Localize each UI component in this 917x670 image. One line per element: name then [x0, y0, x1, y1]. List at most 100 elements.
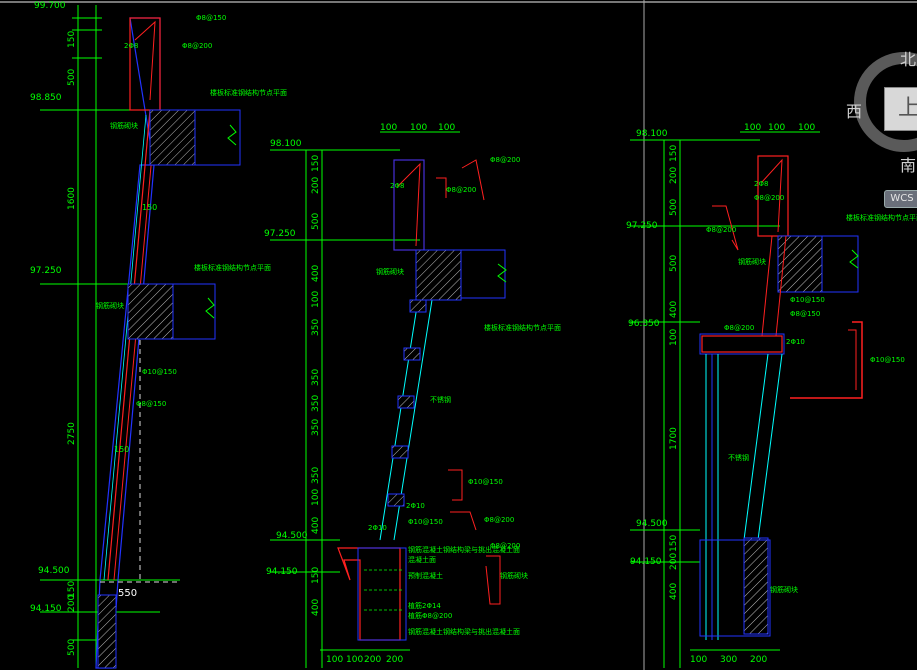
note-c-0: 楼板标准钢结构节点平面 [846, 213, 917, 222]
dim-b-v4: 100 [311, 291, 321, 308]
label-a-rebar-4: Φ8@150 [136, 400, 166, 408]
dim-a-500: 500 [67, 69, 77, 86]
elevation-c-4: 94.500 [636, 519, 668, 529]
dim-b-v10: 100 [311, 489, 321, 506]
dim-b-v1: 200 [311, 177, 321, 194]
note-c-4: Φ10@150 [790, 296, 825, 304]
dim-b-v7: 350 [311, 395, 321, 412]
elevation-top-a: 99.700 [34, 1, 66, 11]
note-b-6: 2Φ10 [406, 502, 425, 510]
note-b-1: Φ8@200 [446, 186, 476, 194]
elevation-b-2: 97.250 [264, 229, 296, 239]
note-b-7: Φ10@150 [408, 518, 443, 526]
label-a-rebar-2: Φ8@150 [196, 14, 226, 22]
note-b-10: 钢筋砌块 [500, 571, 528, 580]
label-a-150a: 150 [142, 203, 157, 212]
dim-b-v8: 350 [311, 419, 321, 436]
note-c-9: 不锈钢 [728, 453, 749, 462]
dim-c-bot-3: 200 [750, 655, 767, 665]
dim-b-v2: 500 [311, 213, 321, 230]
note-b-12: 钢筋混凝土钢结构梁与挑出混凝土面 [408, 545, 520, 554]
elevation-c-5: 94.150 [630, 557, 662, 567]
note-b-0: Φ8@200 [490, 156, 520, 164]
cad-drawing-canvas[interactable]: 99.700 98.850 97.250 94.500 94.150 150 5… [0, 0, 917, 670]
label-a-150b: 150 [114, 445, 129, 454]
note-b-14: 植筋2Φ14 [408, 601, 441, 610]
elevation-a-2: 97.250 [30, 266, 62, 276]
elevation-a-1: 98.850 [30, 93, 62, 103]
dim-c-v4: 400 [669, 301, 679, 318]
dim-c-top-1: 100 [744, 123, 761, 133]
dim-c-bot-1: 100 [690, 655, 707, 665]
note-b-17: 2Φ10 [368, 524, 387, 532]
elevation-a-3: 94.500 [38, 566, 70, 576]
elevation-b-1: 98.100 [270, 139, 302, 149]
dim-c-v8: 200 [669, 553, 679, 570]
dim-b-v5: 350 [311, 319, 321, 336]
note-c-8: 钢筋砌块 [770, 585, 798, 594]
label-a-note-2: 楼板标准钢结构节点平面 [194, 263, 271, 272]
section-c: 98.100 97.250 96.350 94.500 94.150 100 1… [626, 123, 917, 668]
dim-b-v12: 150 [311, 567, 321, 584]
viewcube[interactable]: 上 北 西 南 WCS [846, 40, 917, 208]
dim-b-v11: 400 [311, 517, 321, 534]
note-c-2: Φ8@200 [706, 226, 736, 234]
compass-north-label[interactable]: 北 [900, 46, 916, 70]
elevation-c-1: 98.100 [636, 129, 668, 139]
note-c-11: 2Φ8 [754, 180, 768, 188]
note-c-7: Φ10@150 [870, 356, 905, 364]
dim-b-top-3: 100 [438, 123, 455, 133]
dim-a-2750: 2750 [67, 422, 77, 445]
dim-a-150b: 150 [67, 581, 77, 598]
note-b-3: 楼板标准钢结构节点平面 [484, 323, 561, 332]
note-b-13: 混凝土面 [408, 555, 436, 564]
dim-c-top-2: 100 [768, 123, 785, 133]
label-a-rebar-3: Φ10@150 [142, 368, 177, 376]
dim-c-top-3: 100 [798, 123, 815, 133]
dim-c-v1: 200 [669, 167, 679, 184]
dim-a-150: 150 [67, 31, 77, 48]
note-b-5: Φ10@150 [468, 478, 503, 486]
dim-b-bot-2: 100 [346, 655, 363, 665]
elevation-c-3: 96.350 [628, 319, 660, 329]
dim-c-v9: 400 [669, 583, 679, 600]
dim-b-top-1: 100 [380, 123, 397, 133]
dim-c-bot-2: 300 [720, 655, 737, 665]
note-b-16: 钢筋混凝土钢结构梁与挑出混凝土面 [408, 627, 520, 636]
label-a-550: 550 [118, 588, 137, 599]
note-c-3: 钢筋砌块 [738, 257, 766, 266]
label-a-note-1: 楼板标准钢结构节点平面 [210, 88, 287, 97]
elevation-c-2: 97.250 [626, 221, 658, 231]
dim-a-500b: 500 [67, 639, 77, 656]
compass-south-label[interactable]: 南 [900, 152, 916, 176]
note-b-18: 2Φ8 [390, 182, 404, 190]
wcs-menu-button[interactable]: WCS [884, 190, 917, 208]
dim-a-1600: 1600 [67, 187, 77, 210]
dim-b-bot-1: 100 [326, 655, 343, 665]
dim-b-top-2: 100 [410, 123, 427, 133]
dim-b-v9: 350 [311, 467, 321, 484]
note-c-5: Φ8@150 [790, 310, 820, 318]
note-b-11: 预制混凝土 [408, 571, 443, 580]
label-a-rebar-1: Φ8@200 [182, 42, 212, 50]
viewcube-top-face[interactable]: 上 [884, 87, 917, 131]
label-a-block-2: 钢筋砌块 [96, 301, 124, 310]
elevation-b-4: 94.150 [266, 567, 298, 577]
dim-c-v7: 150 [669, 535, 679, 552]
dim-b-v0: 150 [311, 155, 321, 172]
note-b-4: 不锈钢 [430, 395, 451, 404]
dim-c-v0: 150 [669, 145, 679, 162]
note-c-6: Φ8@200 [724, 324, 754, 332]
label-a-block-1: 钢筋砌块 [110, 121, 138, 130]
dim-b-v6: 350 [311, 369, 321, 386]
dim-b-v3: 400 [311, 265, 321, 282]
compass-west-label[interactable]: 西 [846, 98, 862, 122]
dim-c-v5: 100 [669, 329, 679, 346]
section-a: 99.700 98.850 97.250 94.500 94.150 150 5… [30, 1, 287, 669]
note-b-15: 植筋Φ8@200 [408, 611, 452, 620]
dim-b-bot-3: 200 [364, 655, 381, 665]
label-a-2phi8: 2Φ8 [124, 42, 138, 50]
note-c-1: Φ8@200 [754, 194, 784, 202]
dim-c-v2: 500 [669, 199, 679, 216]
note-c-10: 2Φ10 [786, 338, 805, 346]
